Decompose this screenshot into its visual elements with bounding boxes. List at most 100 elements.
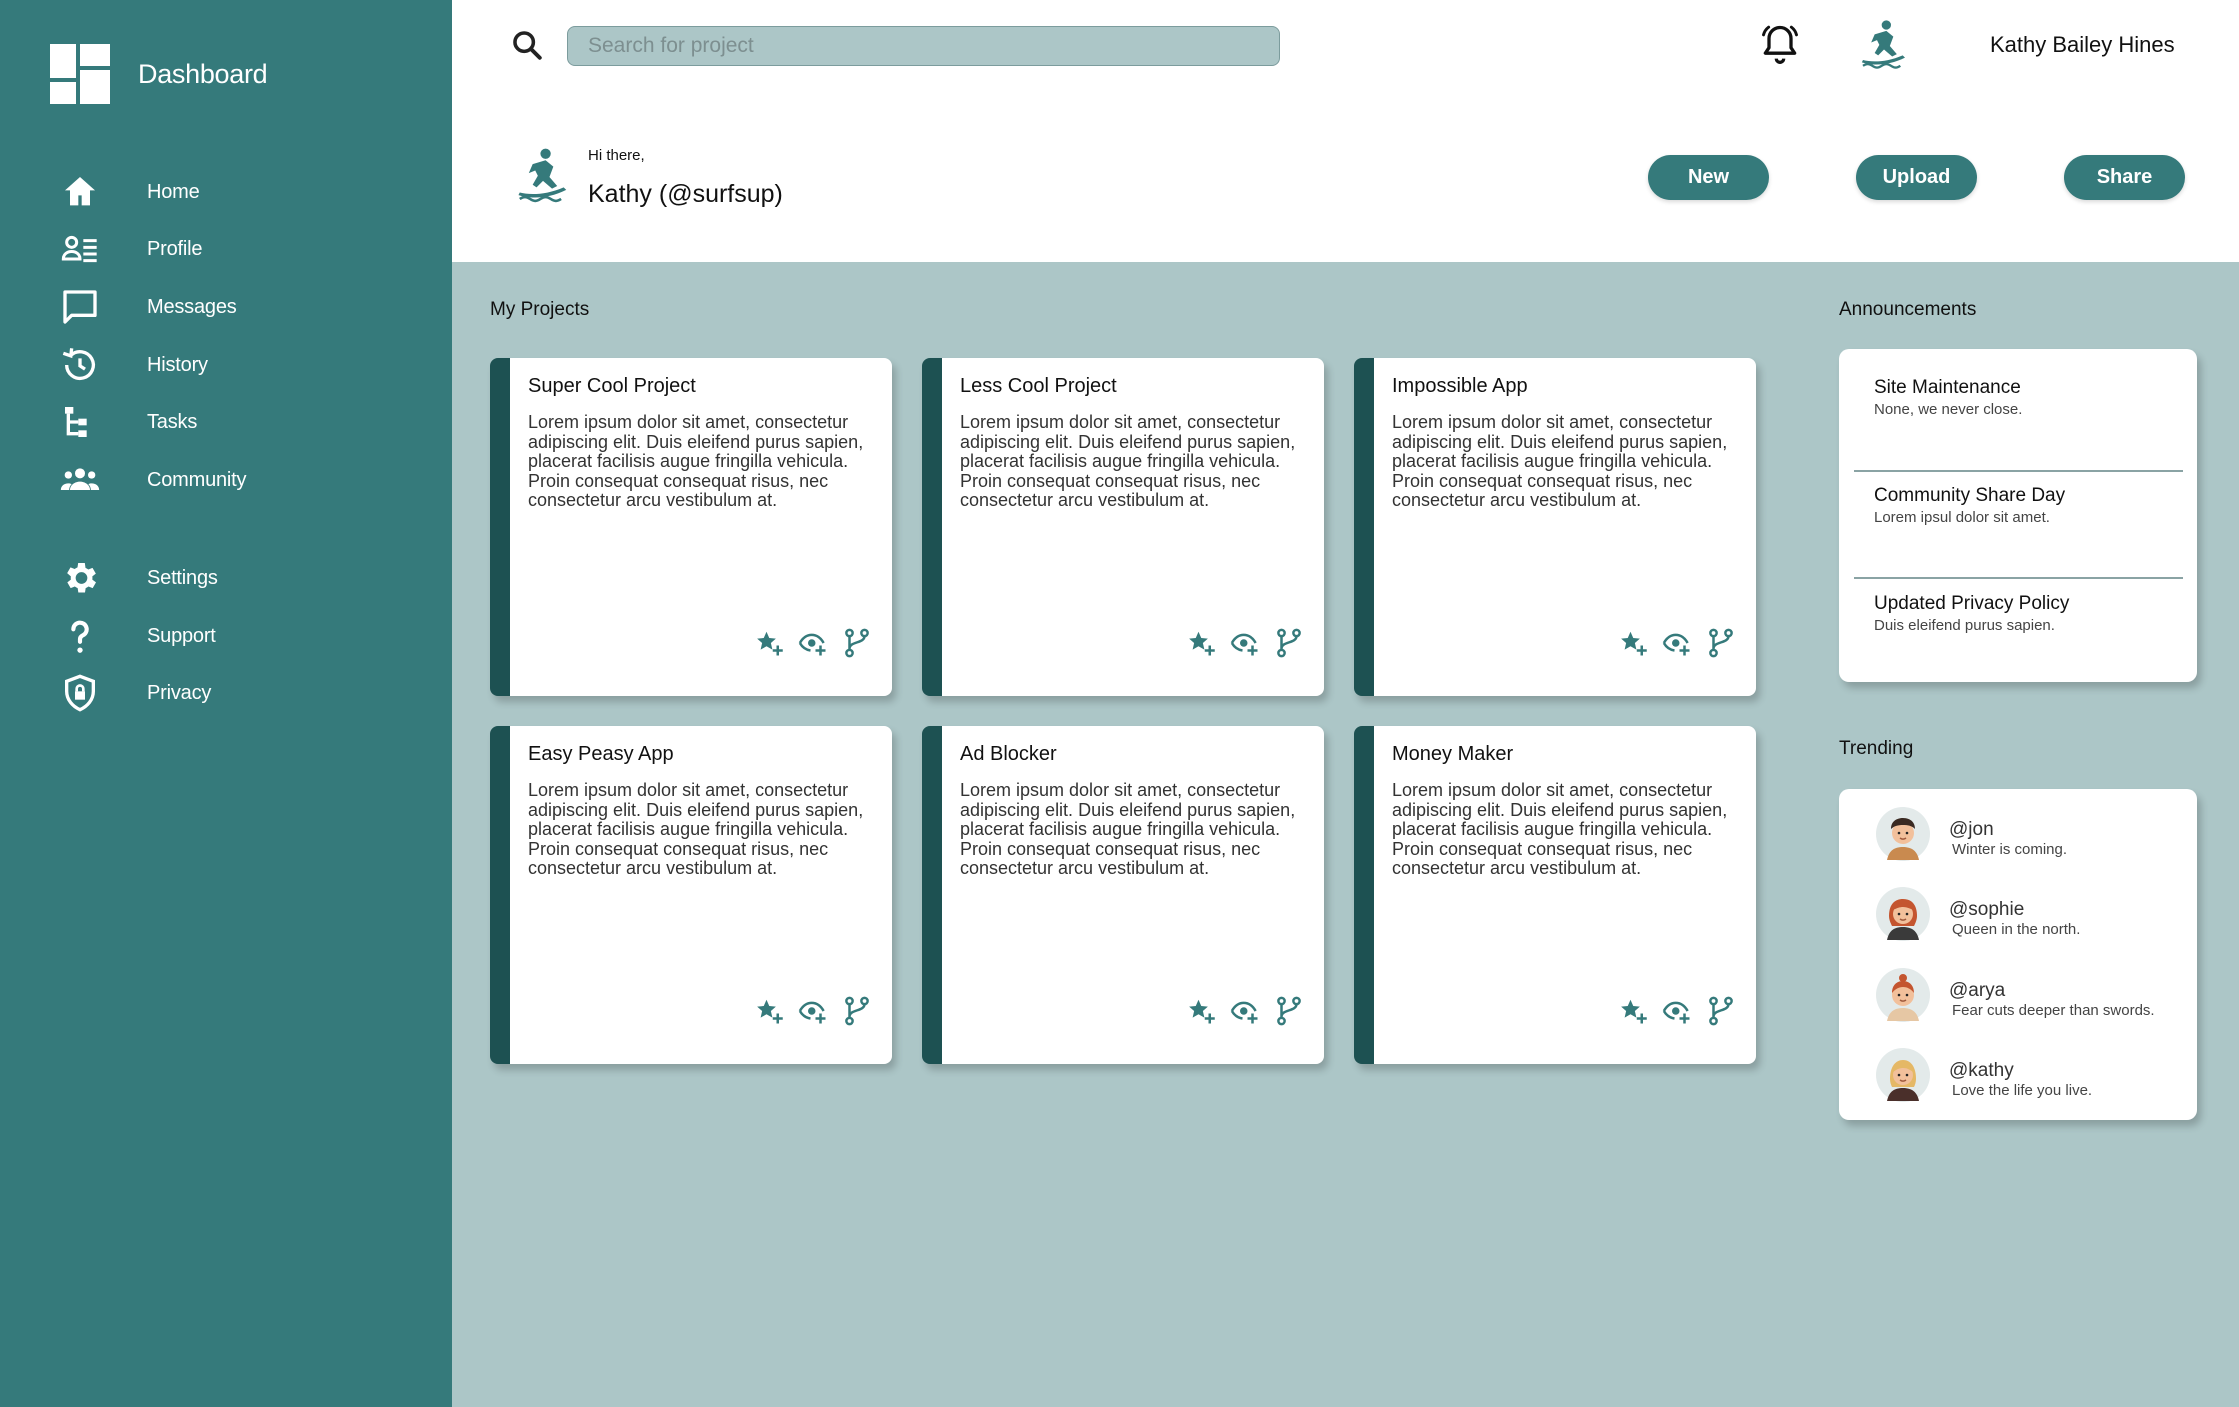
- announcement-text: Lorem ipsul dolor sit amet.: [1874, 509, 2050, 526]
- upload-button[interactable]: Upload: [1856, 155, 1977, 200]
- surfer-avatar-icon: [518, 148, 567, 203]
- project-actions: [754, 628, 872, 658]
- star-add-icon[interactable]: [754, 628, 784, 658]
- announcement-item[interactable]: Community Share Day Lorem ipsul dolor si…: [1874, 485, 2065, 526]
- greeting-name: Kathy (@surfsup): [588, 180, 783, 208]
- sidebar-item-community[interactable]: Community: [60, 458, 247, 502]
- announcements-panel: Site Maintenance None, we never close. C…: [1839, 349, 2197, 682]
- watch-icon[interactable]: [1662, 628, 1692, 658]
- project-actions: [1618, 996, 1736, 1026]
- trending-text: Winter is coming.: [1952, 841, 2068, 858]
- trending-panel: @jon Winter is coming. @sophie Queen in …: [1839, 789, 2197, 1120]
- user-name[interactable]: Kathy Bailey Hines: [1990, 32, 2175, 58]
- sidebar-item-label: Community: [147, 468, 247, 491]
- sidebar-item-privacy[interactable]: Privacy: [60, 671, 211, 715]
- trending-handle: @jon: [1949, 819, 1994, 840]
- sidebar-item-label: History: [147, 353, 208, 376]
- question-icon: [71, 620, 89, 653]
- announcement-title: Community Share Day: [1874, 485, 2066, 506]
- sidebar-item-label: Tasks: [147, 410, 198, 433]
- trending-text: Love the life you live.: [1952, 1082, 2093, 1099]
- announcement-text: None, we never close.: [1874, 401, 2023, 418]
- watch-icon[interactable]: [798, 996, 828, 1026]
- trending-item[interactable]: @arya Fear cuts deeper than swords.: [1875, 967, 2185, 1027]
- project-description: Lorem ipsum dolor sit amet, consectetur …: [1392, 412, 1728, 510]
- new-button[interactable]: New: [1648, 155, 1769, 200]
- fork-icon[interactable]: [1706, 996, 1736, 1026]
- history-icon: [62, 348, 95, 381]
- share-button[interactable]: Share: [2064, 155, 2185, 200]
- sidebar-item-label: Profile: [147, 237, 203, 260]
- project-card[interactable]: Less Cool Project Lorem ipsum dolor sit …: [922, 358, 1324, 696]
- my-projects-title: My Projects: [490, 299, 590, 320]
- star-add-icon[interactable]: [1618, 628, 1648, 658]
- sidebar-item-settings[interactable]: Settings: [60, 556, 218, 600]
- home-icon: [65, 177, 95, 206]
- watch-icon[interactable]: [1230, 628, 1260, 658]
- trending-item[interactable]: @sophie Queen in the north.: [1875, 886, 2185, 946]
- project-card[interactable]: Easy Peasy App Lorem ipsum dolor sit ame…: [490, 726, 892, 1064]
- announcement-item[interactable]: Site Maintenance None, we never close.: [1874, 377, 2022, 418]
- watch-icon[interactable]: [1662, 996, 1692, 1026]
- project-description: Lorem ipsum dolor sit amet, consectetur …: [960, 780, 1296, 878]
- sidebar-item-label: Messages: [147, 295, 237, 318]
- project-title: Easy Peasy App: [528, 743, 674, 765]
- sidebar-item-support[interactable]: Support: [60, 614, 216, 658]
- brand[interactable]: Dashboard: [50, 44, 268, 104]
- greeting-label: Hi there,: [588, 147, 645, 164]
- dashboard-icon: [50, 44, 110, 104]
- project-card[interactable]: Super Cool Project Lorem ipsum dolor sit…: [490, 358, 892, 696]
- trending-item[interactable]: @jon Winter is coming.: [1875, 806, 2185, 866]
- fork-icon[interactable]: [1274, 628, 1304, 658]
- sidebar-item-label: Privacy: [147, 681, 212, 704]
- project-card[interactable]: Impossible App Lorem ipsum dolor sit ame…: [1354, 358, 1756, 696]
- project-description: Lorem ipsum dolor sit amet, consectetur …: [528, 780, 864, 878]
- avatar-jon-icon: [1876, 807, 1930, 861]
- bell-icon[interactable]: [1758, 22, 1802, 66]
- sidebar-item-profile[interactable]: Profile: [60, 227, 202, 271]
- project-description: Lorem ipsum dolor sit amet, consectetur …: [960, 412, 1296, 510]
- star-add-icon[interactable]: [754, 996, 784, 1026]
- trending-text: Fear cuts deeper than swords.: [1952, 1002, 2155, 1019]
- top-bar: Kathy Bailey Hines Hi there, Kathy (@sur…: [452, 0, 2239, 262]
- fork-icon[interactable]: [1274, 996, 1304, 1026]
- project-card[interactable]: Money Maker Lorem ipsum dolor sit amet, …: [1354, 726, 1756, 1064]
- star-add-icon[interactable]: [1618, 996, 1648, 1026]
- search-icon[interactable]: [510, 28, 544, 62]
- sidebar-item-label: Settings: [147, 566, 218, 589]
- search-input[interactable]: [567, 26, 1280, 66]
- project-actions: [1186, 996, 1304, 1026]
- star-add-icon[interactable]: [1186, 996, 1216, 1026]
- announcement-text: Duis eleifend purus sapien.: [1874, 617, 2055, 634]
- announcements-title: Announcements: [1839, 299, 1977, 320]
- sidebar: Dashboard Home Profile Messages History …: [0, 0, 452, 1407]
- star-add-icon[interactable]: [1186, 628, 1216, 658]
- divider: [1854, 577, 2183, 579]
- watch-icon[interactable]: [1230, 996, 1260, 1026]
- avatar-arya-icon: [1876, 968, 1930, 1022]
- surfer-avatar-icon[interactable]: [1856, 18, 1912, 74]
- project-title: Super Cool Project: [528, 375, 696, 397]
- fork-icon[interactable]: [1706, 628, 1736, 658]
- sidebar-item-messages[interactable]: Messages: [60, 285, 237, 329]
- project-card[interactable]: Ad Blocker Lorem ipsum dolor sit amet, c…: [922, 726, 1324, 1064]
- watch-icon[interactable]: [798, 628, 828, 658]
- announcement-title: Site Maintenance: [1874, 377, 2021, 398]
- trending-handle: @sophie: [1949, 899, 2025, 920]
- trending-item[interactable]: @kathy Love the life you live.: [1875, 1047, 2185, 1107]
- sidebar-item-history[interactable]: History: [60, 343, 208, 387]
- announcement-item[interactable]: Updated Privacy Policy Duis eleifend pur…: [1874, 593, 2069, 634]
- project-title: Money Maker: [1392, 743, 1514, 765]
- project-actions: [754, 996, 872, 1026]
- trending-handle: @kathy: [1949, 1060, 2014, 1081]
- fork-icon[interactable]: [842, 996, 872, 1026]
- trending-text: Queen in the north.: [1952, 921, 2081, 938]
- sidebar-item-home[interactable]: Home: [60, 170, 200, 214]
- project-description: Lorem ipsum dolor sit amet, consectetur …: [528, 412, 864, 510]
- project-actions: [1186, 628, 1304, 658]
- project-title: Less Cool Project: [960, 375, 1117, 397]
- sidebar-item-label: Home: [147, 180, 200, 203]
- fork-icon[interactable]: [842, 628, 872, 658]
- avatar-sophie-icon: [1876, 887, 1930, 941]
- sidebar-item-tasks[interactable]: Tasks: [60, 400, 197, 444]
